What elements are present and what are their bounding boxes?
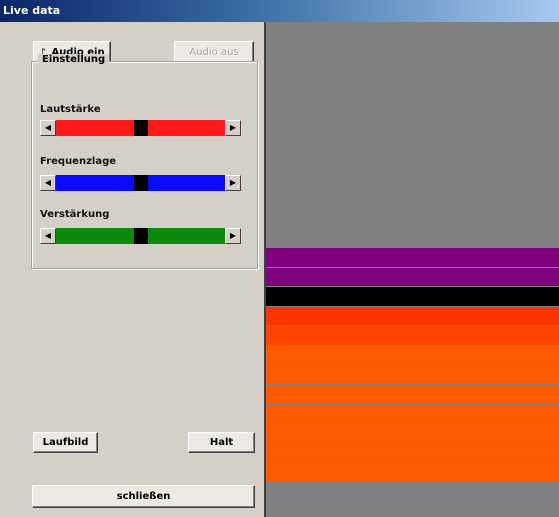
close-label: schließen xyxy=(116,491,171,502)
stop-button[interactable]: Halt xyxy=(188,432,255,453)
gain-slider[interactable]: ◀ ▶ xyxy=(40,228,241,244)
scroll-right-icon[interactable]: ▶ xyxy=(225,120,241,136)
window-title: Live data xyxy=(3,4,61,17)
live-label: Laufbild xyxy=(42,437,89,448)
live-button[interactable]: Laufbild xyxy=(33,432,98,453)
gain-thumb[interactable] xyxy=(133,228,148,244)
gain-track[interactable] xyxy=(56,228,225,244)
frequency-label: Frequenzlage xyxy=(40,156,117,167)
gain-label: Verstärkung xyxy=(40,209,110,220)
scroll-left-icon[interactable]: ◀ xyxy=(40,228,56,244)
signal-band xyxy=(266,248,559,267)
frequency-thumb[interactable] xyxy=(133,175,148,191)
audio-off-button[interactable]: Audio aus xyxy=(174,41,254,63)
signal-band xyxy=(266,346,559,365)
volume-slider[interactable]: ◀ ▶ xyxy=(40,120,241,136)
scroll-right-icon[interactable]: ▶ xyxy=(225,228,241,244)
signal-band xyxy=(266,267,559,287)
close-button[interactable]: schließen xyxy=(32,485,255,508)
signal-band xyxy=(266,444,559,463)
signal-band xyxy=(266,424,559,443)
scroll-left-icon[interactable]: ◀ xyxy=(40,120,56,136)
signal-band xyxy=(266,306,559,326)
signal-band xyxy=(266,365,559,385)
scroll-left-icon[interactable]: ◀ xyxy=(40,175,56,191)
stop-label: Halt xyxy=(209,437,234,448)
frequency-slider[interactable]: ◀ ▶ xyxy=(40,175,241,191)
settings-group-title: Einstellung xyxy=(38,54,110,65)
volume-thumb[interactable] xyxy=(133,120,148,136)
signal-band xyxy=(266,463,559,483)
volume-label: Lautstärke xyxy=(40,104,101,115)
signal-band xyxy=(266,287,559,306)
window-title-bar[interactable]: Live data xyxy=(0,0,559,22)
signal-band xyxy=(266,385,559,404)
live-display xyxy=(264,22,559,517)
audio-off-label: Audio aus xyxy=(189,46,239,58)
signal-band xyxy=(266,326,559,345)
frequency-track[interactable] xyxy=(56,175,225,191)
scroll-right-icon[interactable]: ▶ xyxy=(225,175,241,191)
volume-track[interactable] xyxy=(56,120,225,136)
signal-band xyxy=(266,404,559,424)
